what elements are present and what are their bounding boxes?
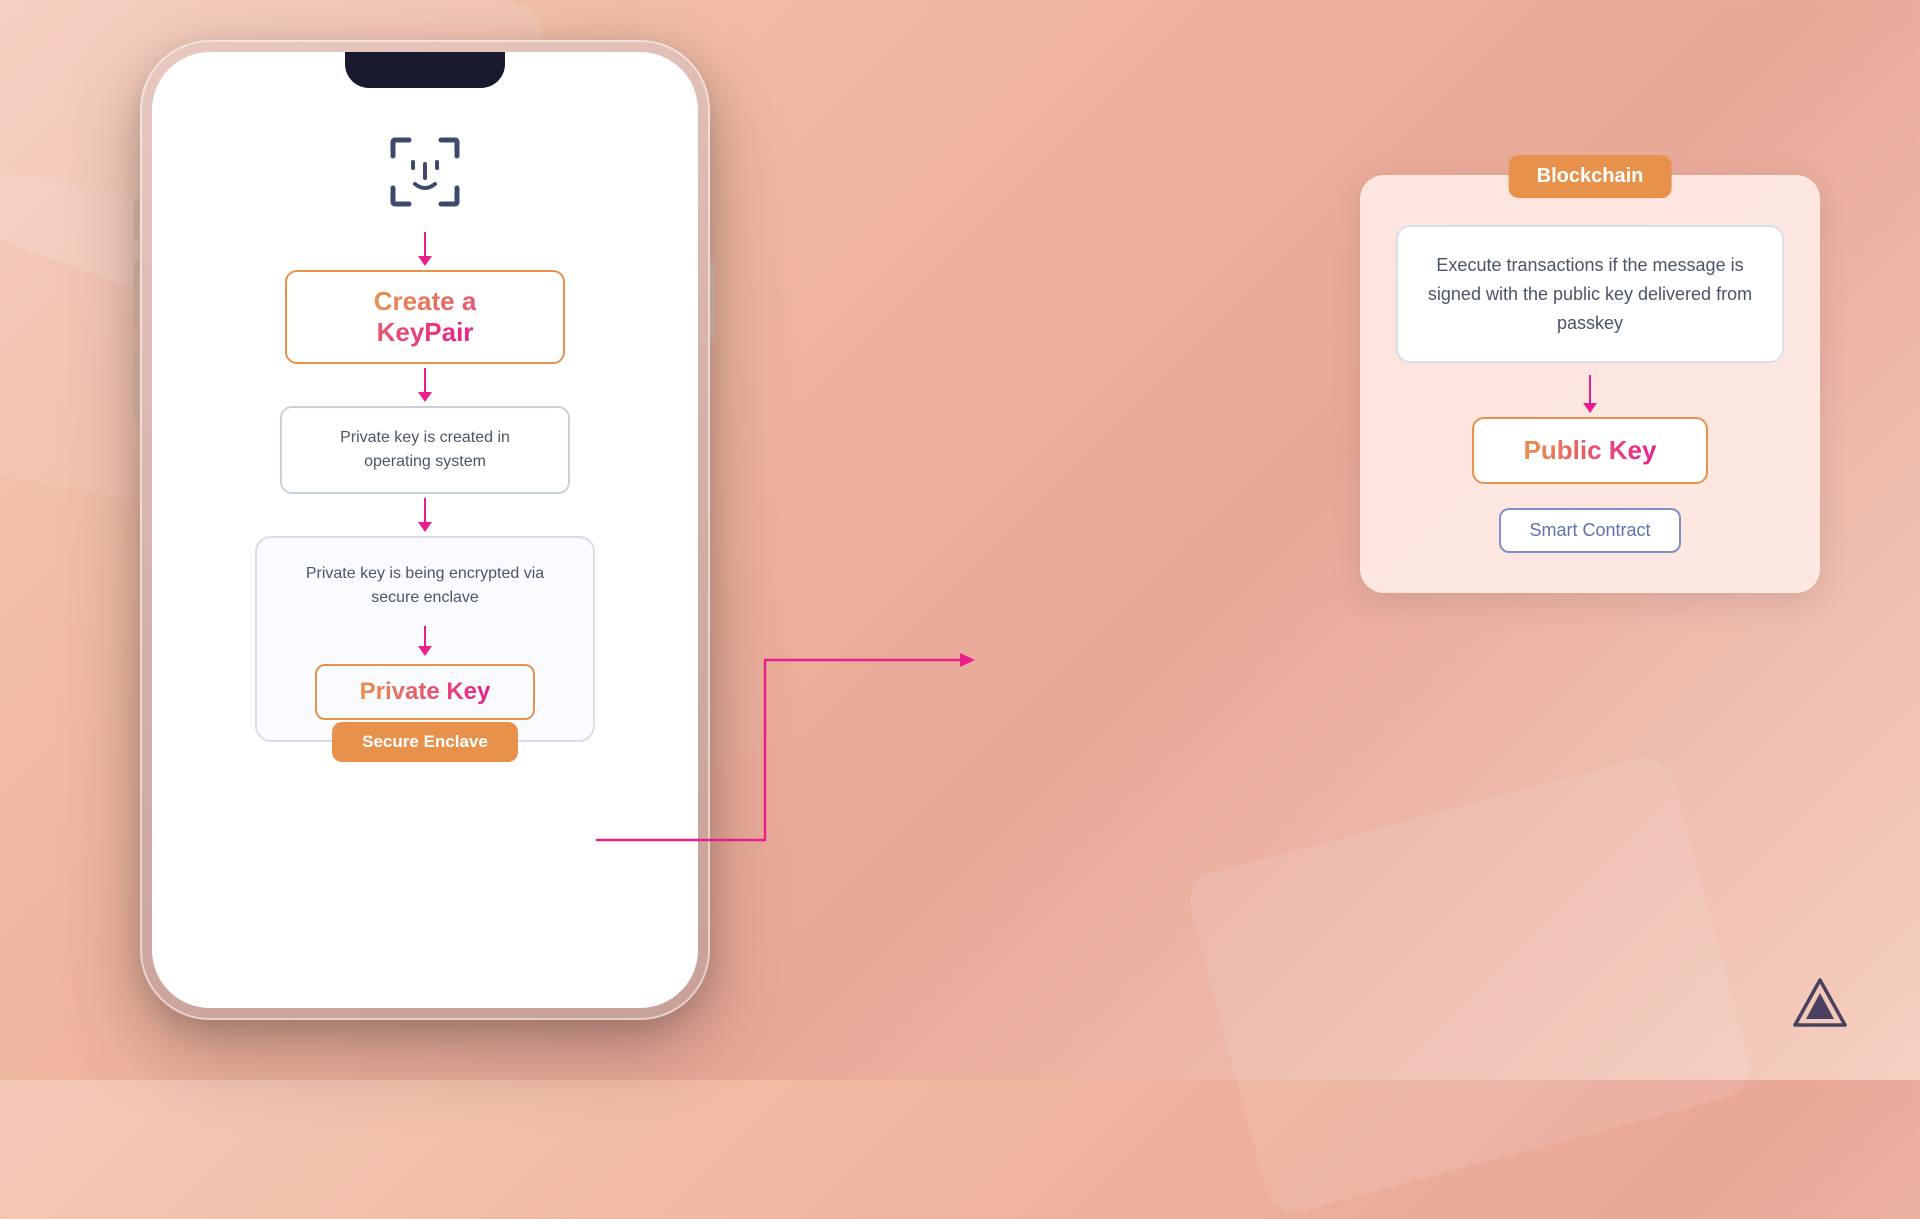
blockchain-description-box: Execute transactions if the message is s…: [1396, 225, 1784, 363]
bg-decoration-2: [1183, 751, 1757, 1218]
private-key-created-box: Private key is created in operating syst…: [280, 406, 570, 494]
public-key-label: Public Key: [1524, 435, 1657, 465]
phone-device: Create a KeyPair Private key is created …: [140, 40, 710, 1020]
phone-side-button-left-2: [134, 260, 140, 330]
phone-notch: [345, 52, 505, 88]
blockchain-label: Blockchain: [1509, 155, 1672, 198]
blockchain-panel: Blockchain Execute transactions if the m…: [1360, 175, 1820, 593]
smart-contract-label: Smart Contract: [1529, 520, 1650, 540]
phone-side-button-left-1: [134, 200, 140, 240]
arrow-3: [418, 498, 432, 532]
blockchain-inner: Execute transactions if the message is s…: [1396, 225, 1784, 553]
phone-screen: Create a KeyPair Private key is created …: [152, 52, 698, 1008]
secure-enclave-label: Secure Enclave: [332, 722, 518, 762]
arrow-1: [418, 232, 432, 266]
faceid-icon: [385, 132, 465, 212]
phone-side-button-left-3: [134, 350, 140, 420]
alchemy-logo-icon: [1790, 975, 1850, 1035]
public-key-box: Public Key: [1472, 417, 1709, 484]
smart-contract-box: Smart Contract: [1499, 508, 1680, 553]
secure-enclave-box: Private key is being encrypted via secur…: [255, 536, 595, 742]
private-key-created-label: Private key is created in operating syst…: [340, 429, 510, 470]
phone-outer-shell: Create a KeyPair Private key is created …: [140, 40, 710, 1020]
create-keypair-box: Create a KeyPair: [285, 270, 565, 364]
blockchain-description-text: Execute transactions if the message is s…: [1426, 251, 1754, 337]
create-keypair-label: Create a KeyPair: [374, 286, 477, 347]
logo-container: [1790, 975, 1850, 1040]
private-key-label: Private Key: [360, 678, 491, 705]
phone-side-button-right: [710, 260, 716, 340]
private-key-encrypted-label: Private key is being encrypted via secur…: [287, 562, 563, 610]
arrow-2: [418, 368, 432, 402]
blockchain-arrow: [1583, 375, 1597, 413]
phone-content: Create a KeyPair Private key is created …: [152, 102, 698, 1008]
arrow-4: [418, 626, 432, 656]
private-key-box: Private Key: [315, 664, 535, 720]
